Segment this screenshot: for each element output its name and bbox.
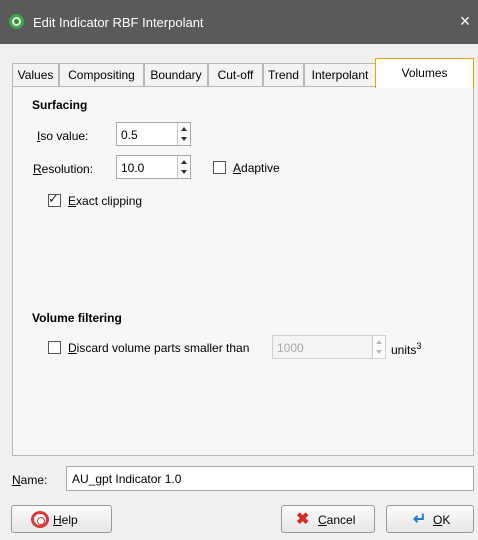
cancel-button[interactable]: ✖ Cancel	[281, 505, 375, 533]
resolution-input[interactable]: 10.0	[121, 161, 144, 175]
iso-value-label: Iso value:	[37, 129, 89, 143]
tab-boundary[interactable]: Boundary	[144, 63, 208, 87]
title-bar: Edit Indicator RBF Interpolant ×	[0, 0, 478, 44]
tab-values[interactable]: Values	[12, 63, 59, 87]
increment-arrow-icon	[376, 340, 382, 344]
discard-volume-checkbox[interactable]	[48, 341, 61, 354]
adaptive-label[interactable]: Adaptive	[233, 161, 280, 175]
volumes-panel: Surfacing Iso value: 0.5 Resolution: 10.…	[12, 86, 474, 456]
exact-clipping-label[interactable]: Exact clipping	[68, 194, 142, 208]
tab-compositing[interactable]: Compositing	[59, 63, 144, 87]
increment-arrow-icon[interactable]	[181, 160, 187, 164]
increment-arrow-icon[interactable]	[181, 127, 187, 131]
adaptive-checkbox[interactable]	[213, 161, 226, 174]
min-volume-input: 1000	[277, 341, 304, 355]
units-label: units3	[391, 341, 422, 357]
tab-trend[interactable]: Trend	[263, 63, 304, 87]
name-value[interactable]: AU_gpt Indicator 1.0	[72, 472, 181, 486]
lifebuoy-icon	[31, 511, 49, 528]
tab-cut-off[interactable]: Cut-off	[208, 63, 263, 87]
close-icon[interactable]: ×	[454, 10, 476, 32]
exact-clipping-checkbox[interactable]: ✓	[48, 191, 61, 207]
surfacing-heading: Surfacing	[32, 98, 88, 112]
help-button-label: Help	[53, 513, 78, 527]
checkmark-icon: ✓	[48, 191, 59, 206]
ok-button[interactable]: ↵ OK	[386, 505, 474, 533]
ok-button-label: OK	[433, 513, 451, 527]
resolution-label: Resolution:	[33, 162, 94, 176]
name-field[interactable]: AU_gpt Indicator 1.0	[66, 466, 474, 491]
enter-arrow-icon: ↵	[413, 511, 427, 528]
min-volume-spinbox: 1000	[272, 335, 386, 359]
name-label: Name:	[12, 473, 48, 487]
volume-filtering-heading: Volume filtering	[32, 311, 122, 325]
resolution-spinbox[interactable]: 10.0	[116, 155, 191, 179]
decrement-arrow-icon[interactable]	[181, 170, 187, 174]
discard-volume-label[interactable]: Discard volume parts smaller than	[68, 341, 249, 355]
cancel-button-label: Cancel	[318, 513, 356, 527]
red-x-icon: ✖	[296, 511, 310, 528]
iso-value-input[interactable]: 0.5	[121, 128, 138, 142]
tab-interpolant[interactable]: Interpolant	[304, 63, 376, 87]
help-button[interactable]: Help	[11, 505, 112, 533]
iso-value-spinbox[interactable]: 0.5	[116, 122, 191, 146]
min-volume-stepper	[372, 336, 385, 358]
decrement-arrow-icon[interactable]	[181, 137, 187, 141]
app-logo-icon	[9, 14, 24, 29]
tab-volumes[interactable]: Volumes	[375, 58, 474, 88]
decrement-arrow-icon	[376, 350, 382, 354]
window-title: Edit Indicator RBF Interpolant	[33, 15, 204, 30]
iso-value-stepper[interactable]	[177, 123, 190, 145]
resolution-stepper[interactable]	[177, 156, 190, 178]
